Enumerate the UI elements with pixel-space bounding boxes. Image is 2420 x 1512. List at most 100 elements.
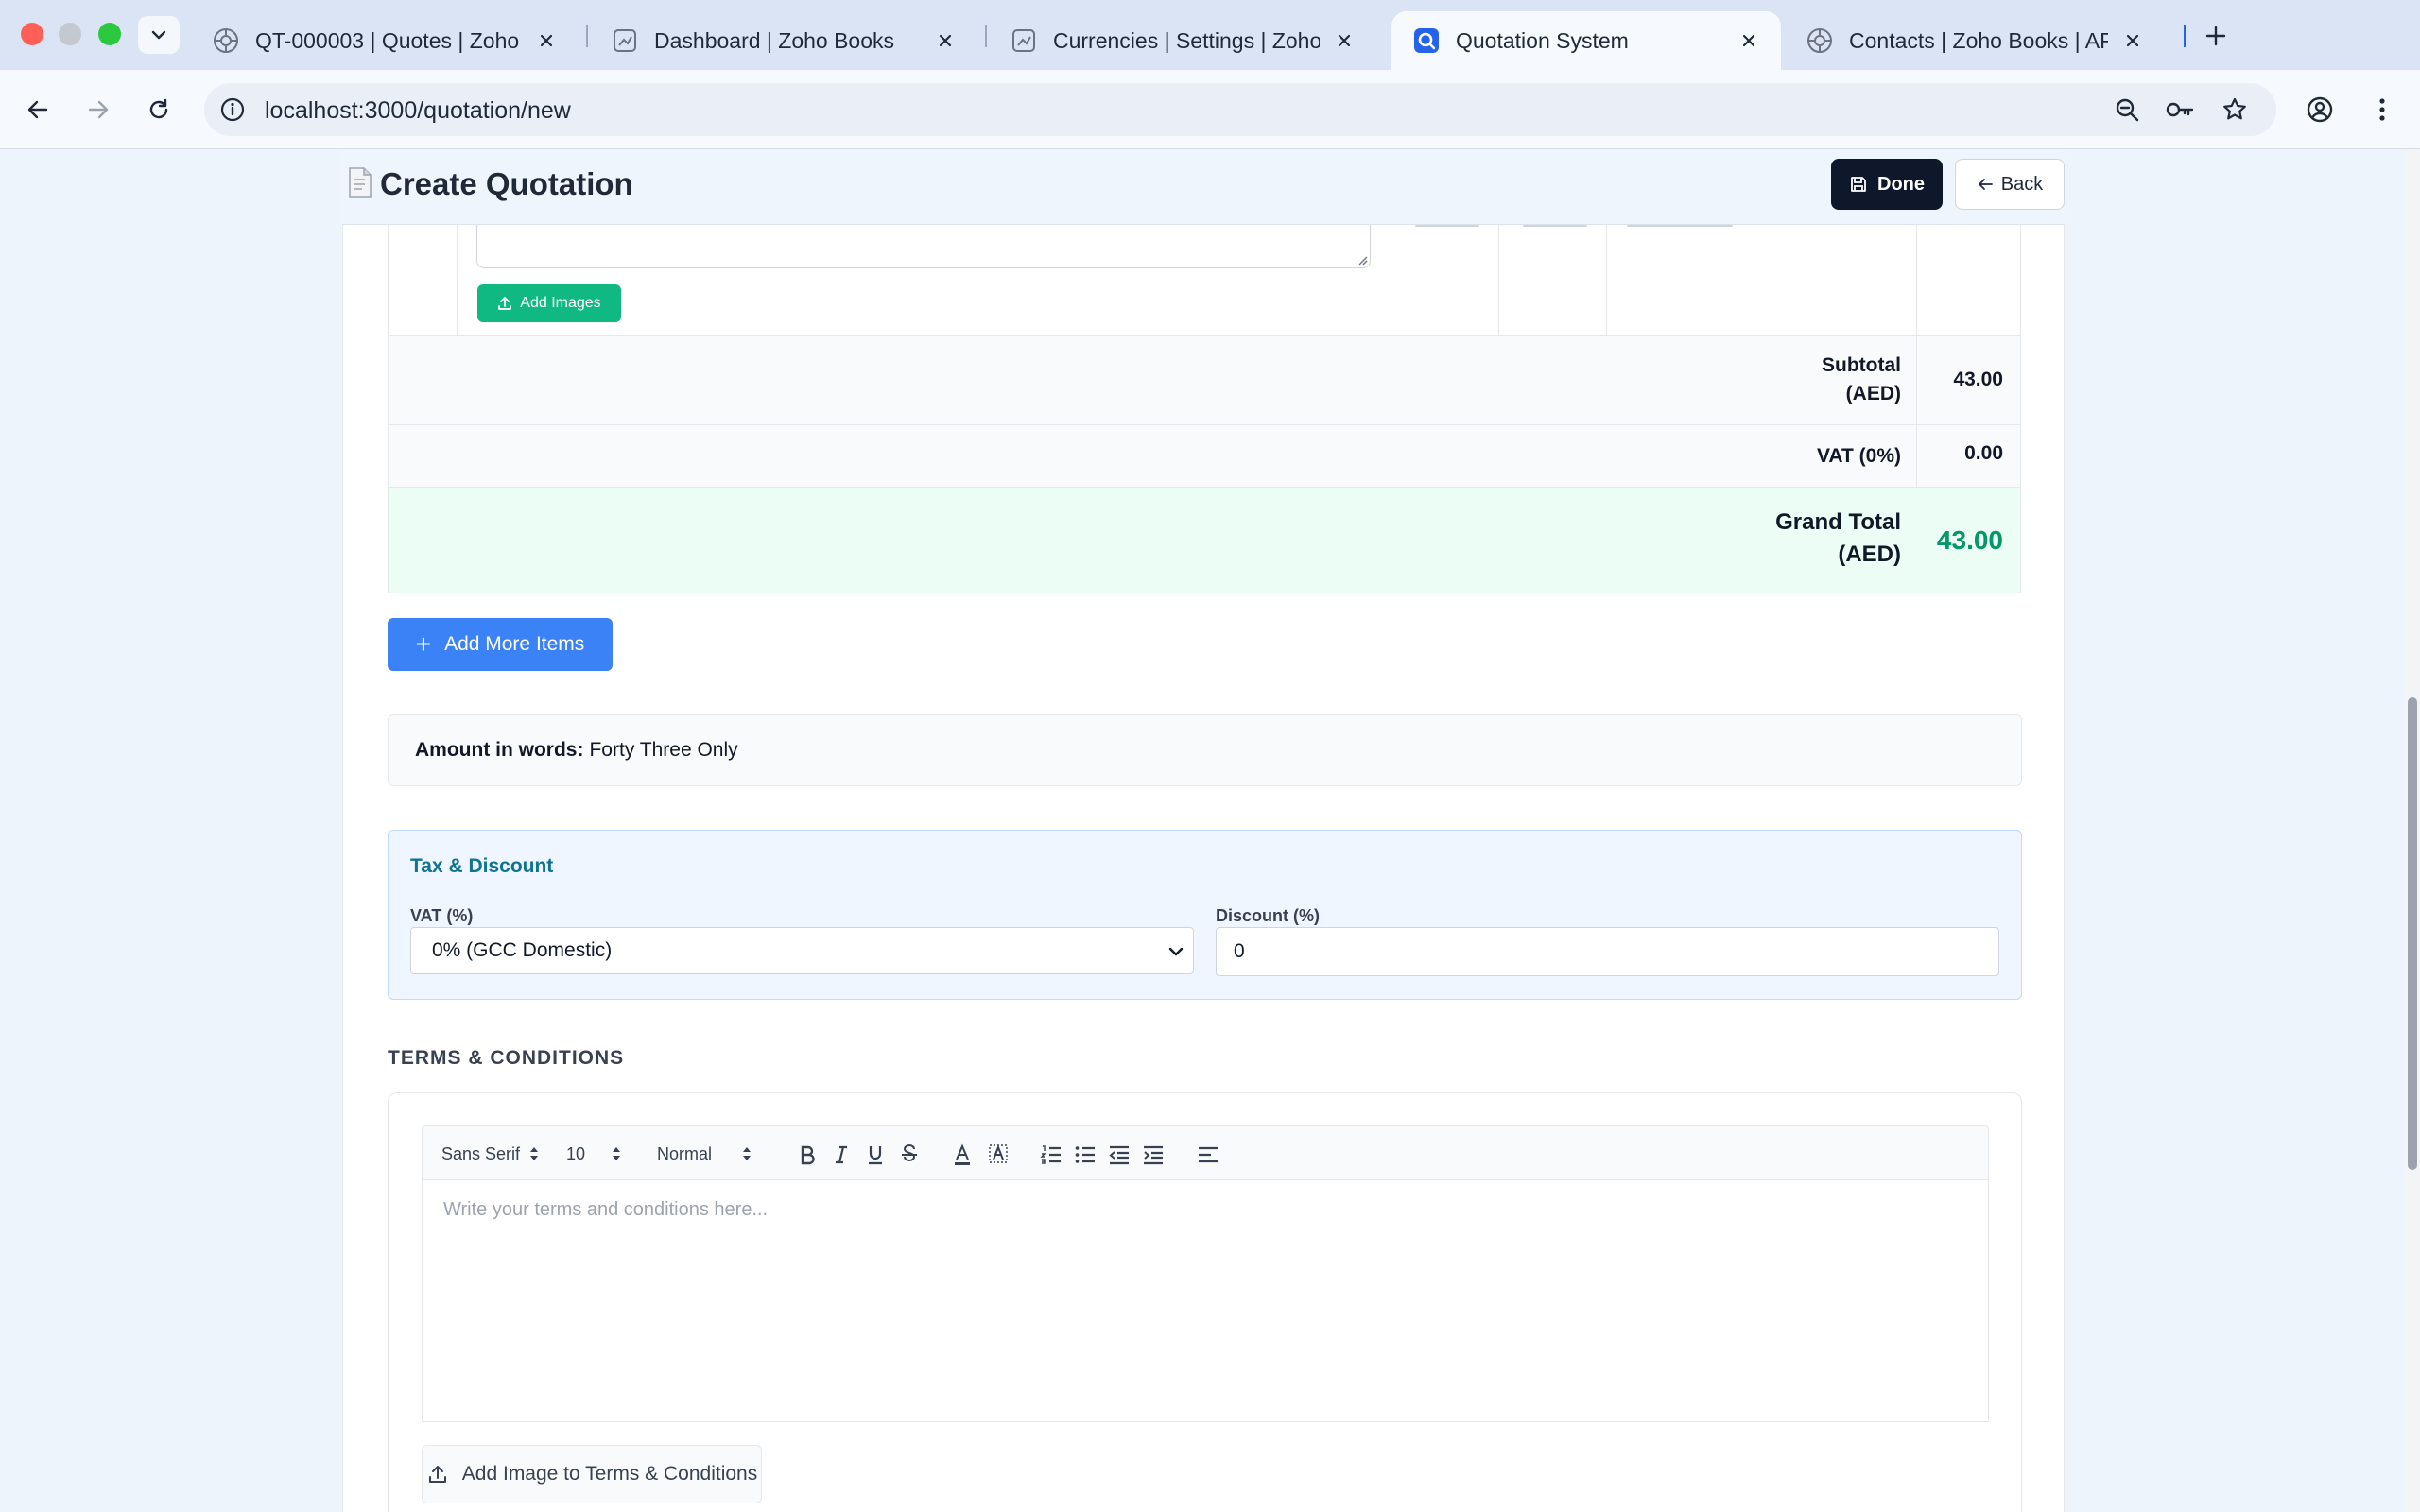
tab-search-button[interactable] xyxy=(138,16,180,54)
item-description-textarea[interactable] xyxy=(476,225,1371,268)
amount-in-words-label: Amount in words: xyxy=(415,739,584,761)
reload-icon xyxy=(149,98,168,119)
scrollbar-thumb[interactable] xyxy=(2408,697,2417,1170)
browser-tab-currencies[interactable]: Currencies | Settings | Zoho Books xyxy=(989,11,1376,70)
zoho-books-icon xyxy=(1010,26,1038,55)
plus-icon: + xyxy=(415,629,432,659)
heading-value: Normal xyxy=(657,1143,713,1163)
updown-arrows-icon xyxy=(612,1145,621,1162)
quotation-system-icon xyxy=(1412,26,1441,55)
address-bar[interactable]: localhost:3000/quotation/new xyxy=(204,83,2276,136)
zoho-books-icon xyxy=(611,26,639,55)
upload-icon xyxy=(498,297,512,310)
reload-button[interactable] xyxy=(140,91,178,129)
chevron-down-icon xyxy=(1168,947,1184,956)
ordered-list-icon[interactable] xyxy=(1039,1143,1063,1167)
underline-icon[interactable] xyxy=(863,1143,888,1167)
updown-arrows-icon xyxy=(742,1145,752,1162)
vat-select[interactable]: 0% (GCC Domestic) xyxy=(410,927,1194,974)
save-icon xyxy=(1851,177,1866,192)
back-label: Back xyxy=(2000,173,2044,195)
subtotal-row: Subtotal (AED) 43.00 xyxy=(388,336,2021,425)
browser-tab-strip: QT-000003 | Quotes | Zoho Books Dashboar… xyxy=(0,0,2420,70)
terms-placeholder: Write your terms and conditions here... xyxy=(443,1199,769,1220)
price-input-edge[interactable] xyxy=(1627,225,1733,227)
editor-toolbar: Sans Serif 10 Normal xyxy=(422,1125,1989,1180)
done-label: Done xyxy=(1877,173,1925,195)
browser-tab-dashboard[interactable]: Dashboard | Zoho Books xyxy=(590,11,977,70)
forward-nav-button[interactable] xyxy=(79,91,117,129)
tax-discount-section: Tax & Discount VAT (%) 0% (GCC Domestic)… xyxy=(388,830,2022,1000)
amount-in-words: Amount in words: Forty Three Only xyxy=(388,714,2022,786)
key-icon[interactable] xyxy=(2165,94,2195,125)
back-nav-button[interactable] xyxy=(19,91,57,129)
arrow-right-icon xyxy=(88,100,109,119)
font-family-value: Sans Serif xyxy=(441,1143,521,1163)
background-color-icon[interactable] xyxy=(986,1143,1011,1167)
zoho-books-icon xyxy=(212,26,240,55)
heading-picker[interactable]: Normal xyxy=(657,1126,752,1181)
done-button[interactable]: Done xyxy=(1831,159,1943,210)
add-more-items-label: Add More Items xyxy=(444,633,585,655)
add-more-items-button[interactable]: + Add More Items xyxy=(388,618,613,671)
window-maximize-button[interactable] xyxy=(98,23,121,45)
add-image-to-terms-button[interactable]: Add Image to Terms & Conditions xyxy=(422,1445,762,1503)
vat-total-label: VAT (0%) xyxy=(1816,445,1901,467)
zoho-books-icon xyxy=(1806,26,1834,55)
info-icon[interactable] xyxy=(219,96,246,123)
zoom-icon[interactable] xyxy=(2112,94,2142,125)
close-icon[interactable] xyxy=(1333,29,1356,52)
grand-total-value: 43.00 xyxy=(1936,525,2003,555)
align-icon[interactable] xyxy=(1196,1143,1220,1167)
strikethrough-icon[interactable] xyxy=(897,1143,922,1167)
browser-tab-quotes[interactable]: QT-000003 | Quotes | Zoho Books xyxy=(191,11,579,70)
close-icon[interactable] xyxy=(1737,29,1760,52)
grand-total-row: Grand Total (AED) 43.00 xyxy=(388,488,2021,593)
arrow-left-icon xyxy=(1978,179,1993,190)
font-size-value: 10 xyxy=(566,1143,586,1163)
indent-icon[interactable] xyxy=(1141,1143,1166,1167)
bold-icon[interactable] xyxy=(795,1143,820,1167)
back-button[interactable]: Back xyxy=(1955,159,2065,210)
close-icon[interactable] xyxy=(535,29,558,52)
font-family-picker[interactable]: Sans Serif xyxy=(441,1126,539,1181)
italic-icon[interactable] xyxy=(829,1143,854,1167)
browser-toolbar: localhost:3000/quotation/new xyxy=(0,70,2420,149)
arrow-left-icon xyxy=(27,100,48,119)
vat-selected-value: 0% (GCC Domestic) xyxy=(432,939,613,961)
outdent-icon[interactable] xyxy=(1107,1143,1132,1167)
terms-editor[interactable]: Write your terms and conditions here... xyxy=(422,1180,1989,1422)
chevron-down-icon xyxy=(151,30,166,40)
vat-total-value: 0.00 xyxy=(1964,442,2003,464)
page-viewport: Add Images Subtotal (AED) 43.00 VAT (0%)… xyxy=(0,149,2405,1512)
window-minimize-button[interactable] xyxy=(59,23,81,45)
tab-title: Dashboard | Zoho Books xyxy=(654,27,895,53)
unit-input-edge[interactable] xyxy=(1523,225,1587,227)
discount-input[interactable]: 0 xyxy=(1216,927,1999,976)
plus-icon xyxy=(2205,26,2226,46)
more-menu-icon[interactable] xyxy=(2363,91,2401,129)
star-icon[interactable] xyxy=(2220,94,2250,125)
qty-input-edge[interactable] xyxy=(1415,225,1479,227)
close-icon[interactable] xyxy=(2121,29,2144,52)
browser-tab-quotation-system[interactable]: Quotation System xyxy=(1392,11,1781,70)
tax-discount-title: Tax & Discount xyxy=(410,855,554,877)
page-scrollbar[interactable] xyxy=(2405,149,2420,1512)
subtotal-value: 43.00 xyxy=(1953,369,2003,390)
profile-icon[interactable] xyxy=(2301,91,2339,129)
discount-field-label: Discount (%) xyxy=(1216,906,1320,925)
upload-icon xyxy=(428,1466,446,1483)
discount-value: 0 xyxy=(1234,940,1245,962)
window-close-button[interactable] xyxy=(21,23,43,45)
font-size-picker[interactable]: 10 xyxy=(566,1126,621,1181)
close-icon[interactable] xyxy=(934,29,957,52)
url-text: localhost:3000/quotation/new xyxy=(265,97,571,124)
bullet-list-icon[interactable] xyxy=(1073,1143,1098,1167)
vat-field-label: VAT (%) xyxy=(410,906,474,925)
browser-tab-contacts[interactable]: Contacts | Zoho Books | API Docs xyxy=(1785,11,2165,70)
document-icon xyxy=(349,167,372,198)
new-tab-button[interactable] xyxy=(2199,19,2233,53)
resize-handle-icon[interactable] xyxy=(1357,254,1368,266)
add-images-button[interactable]: Add Images xyxy=(477,284,621,322)
text-color-icon[interactable] xyxy=(950,1143,975,1167)
